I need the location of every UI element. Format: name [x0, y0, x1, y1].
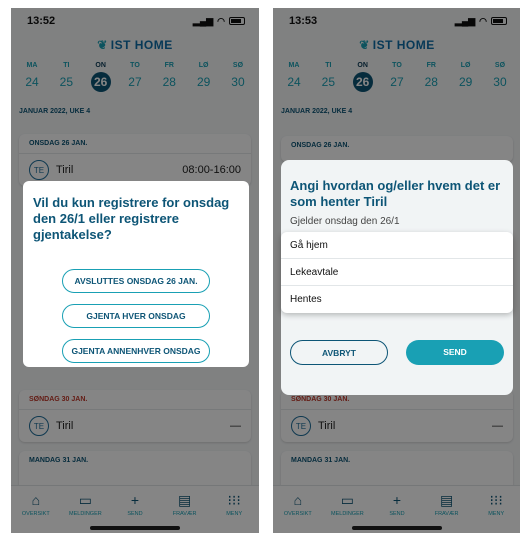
repeat-biweekly-button[interactable]: GJENTA ANNENHVER ONSDAG: [62, 339, 210, 363]
phone-screen-left: 13:52 ▂▄▆ ◠ ❦ IST HOME MA 24 TI 25 ON 26 TO 2…: [11, 8, 259, 533]
cancel-button[interactable]: AVBRYT: [290, 340, 388, 365]
recurrence-dialog: Vil du kun registrere for onsdag den 26/…: [23, 181, 249, 367]
option-go-home[interactable]: Gå hjem: [281, 232, 513, 259]
dialog-actions: AVBRYT SEND: [290, 340, 504, 365]
dialog-title: Angi hvordan og/eller hvem det er som he…: [290, 178, 501, 209]
option-playdate[interactable]: Lekeavtale: [281, 259, 513, 286]
dialog-title: Vil du kun registrere for onsdag den 26/…: [33, 195, 230, 242]
pickup-options-dropdown: Gå hjem Lekeavtale Hentes: [281, 232, 513, 313]
end-wed-button[interactable]: AVSLUTTES ONSDAG 26 JAN.: [62, 269, 210, 293]
repeat-weekly-button[interactable]: GJENTA HVER ONSDAG: [62, 304, 210, 328]
dialog-subtitle: Gjelder onsdag den 26/1: [290, 216, 400, 227]
send-button[interactable]: SEND: [406, 340, 504, 365]
phone-screen-right: 13:53 ▂▄▆ ◠ ❦ IST HOME MA 24 TI 25 ON 26 TO 2…: [273, 8, 520, 533]
option-picked-up[interactable]: Hentes: [281, 286, 513, 313]
